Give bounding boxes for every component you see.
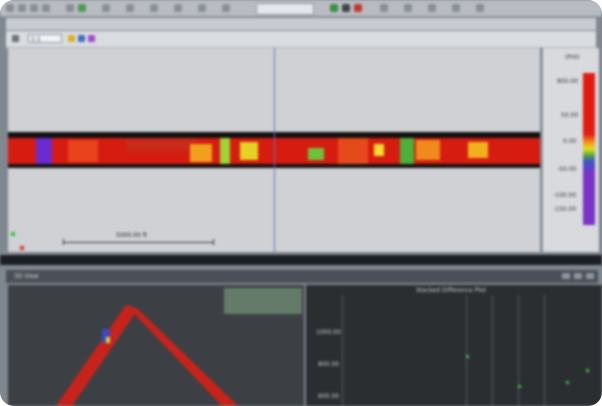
stop-icon[interactable] (342, 4, 350, 12)
band-segment (338, 138, 368, 164)
band-segment (468, 142, 488, 158)
3d-view[interactable] (8, 285, 304, 406)
band-segment (374, 144, 384, 156)
data-point (586, 369, 589, 372)
settings-icon[interactable] (126, 4, 134, 12)
band-segment (416, 140, 440, 160)
colorbar-label: 50.00 (561, 112, 579, 119)
section-plot[interactable]: 5000.00 ft (8, 48, 540, 252)
plot-axis (342, 295, 343, 406)
colorbar-label: 0.00 (563, 138, 577, 145)
scale-bar-label: 5000.00 ft (116, 232, 148, 239)
scale-bar-tick (213, 239, 214, 245)
undo-icon[interactable] (30, 4, 38, 12)
maximize-icon[interactable] (574, 273, 582, 279)
colorbar-label: -100.00 (553, 192, 577, 199)
origin-icon (20, 246, 24, 250)
document-tab-bar (6, 18, 596, 30)
data-point (466, 355, 469, 358)
y-tick-label: 800.00 (318, 361, 339, 368)
band-segment (190, 144, 212, 162)
band-segment (68, 140, 98, 162)
band-segment (240, 142, 258, 160)
difference-plot[interactable]: Stacked Difference Plot 1000.00 800.00 6… (306, 285, 602, 406)
lower-panel-title: 3D View (14, 273, 39, 280)
colorbar-panel: (PHI) 800.00 50.00 0.00 -50.00 -100.00 -… (542, 48, 599, 252)
wellbore-marker (106, 337, 110, 343)
band-segment (308, 148, 324, 160)
pan-icon[interactable] (102, 4, 110, 12)
band-segment (36, 138, 52, 164)
y-tick-label: 600.00 (318, 393, 339, 400)
view-toolbar: 1:1 (6, 31, 596, 48)
band-segment (220, 138, 230, 164)
colorbar-title: (PHI) (565, 54, 580, 61)
grid-line (544, 295, 545, 406)
layers-icon[interactable] (174, 4, 182, 12)
zoom-icon[interactable] (78, 4, 86, 12)
highlight-icon[interactable] (68, 35, 75, 42)
tool-icon[interactable] (380, 4, 388, 12)
grid-icon[interactable] (150, 4, 158, 12)
redo-icon[interactable] (42, 4, 50, 12)
main-toolbar (0, 0, 602, 17)
grid-line (492, 295, 493, 406)
palette-icon[interactable] (88, 35, 95, 42)
filter-icon[interactable] (198, 4, 206, 12)
y-tick-label: 1000.00 (316, 329, 341, 336)
colorbar (583, 73, 595, 225)
cursor-line[interactable] (274, 48, 275, 252)
color-icon[interactable] (78, 35, 85, 42)
wellbore-right-leg (126, 305, 238, 406)
link-icon[interactable] (452, 4, 460, 12)
app-window: 1:1 5000.00 ft (PHI) 800.00 50.00 0.00 -… (0, 0, 602, 406)
scale-bar-tick (63, 239, 64, 245)
plot-title: Stacked Difference Plot (416, 287, 486, 294)
wellbore-left-leg (56, 305, 138, 406)
lower-panel-header: 3D View (6, 270, 598, 283)
data-point (518, 385, 521, 388)
grid-line (518, 295, 519, 406)
home-icon[interactable] (12, 35, 19, 42)
info-overlay (224, 288, 302, 314)
minimize-icon[interactable] (562, 273, 570, 279)
data-point (566, 381, 569, 384)
close-icon[interactable] (586, 273, 594, 279)
zoom-input[interactable]: 1:1 (28, 34, 62, 43)
colorbar-label: -50.00 (557, 166, 577, 173)
annotate-icon[interactable] (428, 4, 436, 12)
north-icon (11, 232, 15, 236)
measure-icon[interactable] (404, 4, 412, 12)
record-icon[interactable] (354, 4, 362, 12)
band-segment (126, 138, 196, 152)
band-segment (400, 138, 414, 164)
panel-splitter[interactable] (0, 255, 602, 265)
export-icon[interactable] (222, 4, 230, 12)
colorbar-label: 800.00 (557, 78, 578, 85)
view-select[interactable] (256, 3, 314, 15)
grid-line (466, 295, 467, 406)
scale-bar (63, 242, 213, 243)
folder-icon[interactable] (6, 4, 14, 12)
help-icon[interactable] (476, 4, 484, 12)
colorbar-label: -150.00 (553, 206, 577, 213)
play-icon[interactable] (330, 4, 338, 12)
pointer-icon[interactable] (66, 4, 74, 12)
save-icon[interactable] (18, 4, 26, 12)
